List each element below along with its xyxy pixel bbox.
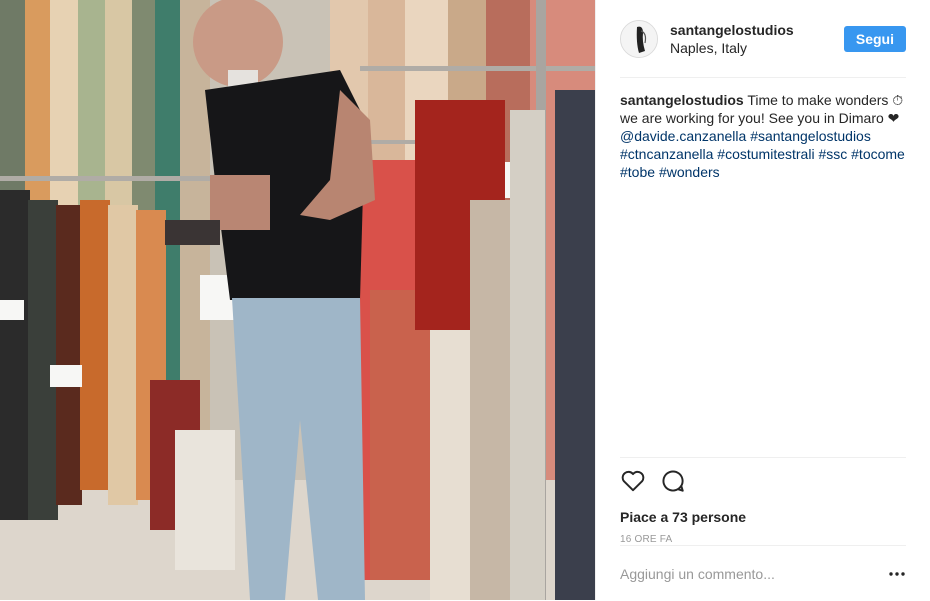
username-link[interactable]: santangelostudios (670, 21, 794, 39)
heart-icon[interactable] (620, 468, 646, 494)
caption-hashtag[interactable]: #wonders (659, 164, 720, 180)
comment-input[interactable] (620, 565, 888, 582)
post-actions: Piace a 73 persone 16 ORE FA (620, 457, 906, 545)
caption-mention[interactable]: @davide.canzanella (620, 128, 746, 144)
comment-bar (620, 545, 906, 601)
post-timestamp[interactable]: 16 ORE FA (620, 534, 906, 545)
caption-hashtag[interactable]: #santangelostudios (750, 128, 871, 144)
likes-count[interactable]: Piace a 73 persone (620, 508, 906, 526)
caption-hashtag[interactable]: #ssc (818, 146, 847, 162)
post-photo[interactable] (0, 0, 595, 600)
post-sidebar: santangelostudios Naples, Italy Segui sa… (595, 0, 930, 600)
location-link[interactable]: Naples, Italy (670, 39, 794, 57)
caption-hashtag[interactable]: #tocome (851, 146, 905, 162)
more-options-icon[interactable] (888, 565, 906, 583)
caption-hashtag[interactable]: #costumitestrali (717, 146, 814, 162)
caption-username[interactable]: santangelostudios (620, 92, 744, 108)
comment-bubble-icon[interactable] (660, 468, 686, 494)
follow-button[interactable]: Segui (843, 26, 906, 52)
avatar[interactable] (620, 19, 658, 58)
post-header: santangelostudios Naples, Italy Segui (620, 0, 906, 78)
avatar-image (621, 20, 657, 57)
caption-hashtag[interactable]: #tobe (620, 164, 655, 180)
caption-hashtag[interactable]: #ctncanzanella (620, 146, 713, 162)
costume-shop-photo (0, 0, 595, 600)
instagram-post: santangelostudios Naples, Italy Segui sa… (0, 0, 930, 600)
post-caption: santangelostudios Time to make wonders ⏱… (620, 91, 906, 181)
